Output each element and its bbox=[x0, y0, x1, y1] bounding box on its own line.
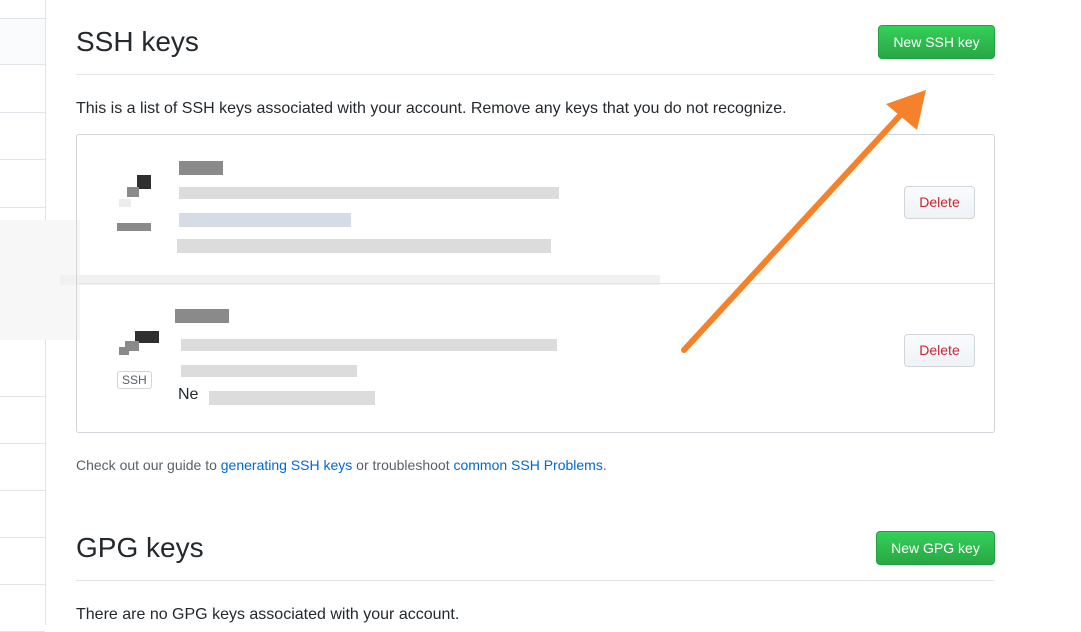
annotation-arrow-icon bbox=[681, 90, 926, 353]
